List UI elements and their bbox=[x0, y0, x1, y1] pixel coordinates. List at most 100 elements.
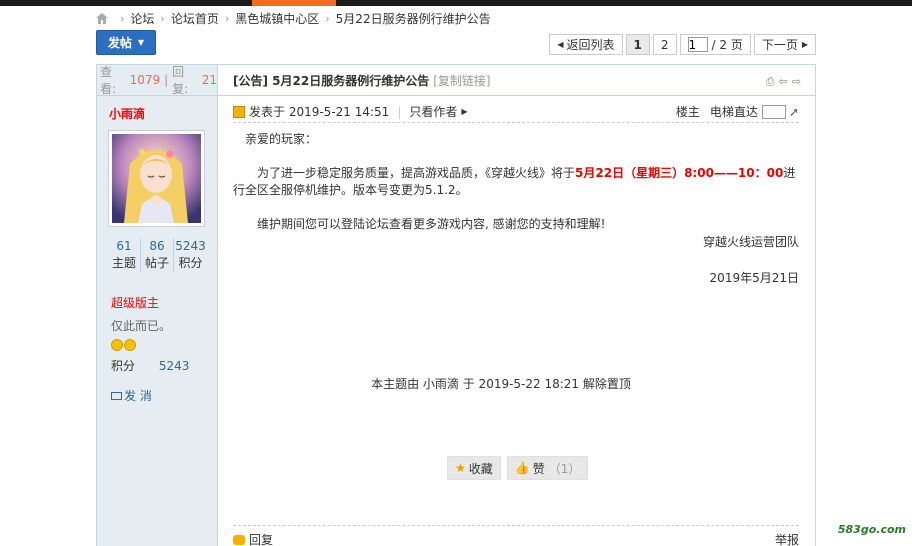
like-count: （1） bbox=[548, 461, 581, 476]
signoff: 穿越火线运营团队 bbox=[702, 235, 799, 249]
views-label: 查看: bbox=[100, 65, 117, 96]
favorite-button[interactable]: ★ 收藏 bbox=[447, 456, 501, 480]
posts-stat[interactable]: 86 帖子 bbox=[141, 238, 174, 272]
back-to-list-button[interactable]: ◀ 返回列表 bbox=[549, 34, 623, 55]
post-content: 亲爱的玩家： 为了进一步稳定服务质量，提高游戏品质，《穿越火线》将于5月22日（… bbox=[233, 131, 799, 287]
thumbs-up-icon: 👍 bbox=[514, 461, 530, 475]
breadcrumb-forum-home[interactable]: 论坛首页 bbox=[171, 10, 219, 27]
credit-label: 积分 bbox=[111, 359, 136, 373]
jump-label: 电梯直达 bbox=[709, 105, 758, 119]
body-paragraph: 为了进一步稳定服务质量，提高游戏品质，《穿越火线》将于5月22日（星期三）8:0… bbox=[233, 165, 799, 199]
topics-count: 61 bbox=[116, 239, 132, 253]
chevron-right-icon: ▶ bbox=[801, 40, 808, 49]
pagination: ◀ 返回列表 1 2 / 2 页 下一页 ▶ bbox=[549, 34, 816, 55]
meta-right: 楼主 电梯直达 ➚ bbox=[676, 103, 799, 120]
mail-icon bbox=[111, 391, 122, 400]
report-link[interactable]: 举报 bbox=[775, 531, 799, 546]
breadcrumb-separator: › bbox=[325, 11, 330, 25]
page-1-button[interactable]: 1 bbox=[625, 34, 650, 55]
breadcrumb-separator: › bbox=[120, 11, 125, 25]
top-bar-accent bbox=[252, 0, 336, 6]
next-page-button[interactable]: 下一页 ▶ bbox=[753, 34, 816, 55]
post-date: 2019年5月21日 bbox=[709, 271, 799, 285]
credits-label: 积分 bbox=[178, 256, 203, 270]
views-count: 1079 bbox=[129, 73, 161, 87]
credits-stat[interactable]: 5243 积分 bbox=[174, 238, 207, 272]
body-paragraph-2: 维护期间您可以登陆论坛查看更多游戏内容, 感谢您的支持和理解! bbox=[257, 217, 606, 231]
floor-label: 楼主 bbox=[675, 105, 700, 119]
star-icon: ★ bbox=[455, 461, 466, 475]
topics-stat[interactable]: 61 主题 bbox=[108, 238, 141, 272]
send-message-link[interactable]: 发 消 bbox=[111, 387, 217, 404]
page-total: / 2 页 bbox=[711, 38, 743, 52]
top-bar bbox=[0, 0, 912, 6]
post-actions: ★ 收藏 👍 赞 （1） bbox=[447, 456, 589, 480]
maintenance-time: 5月22日（星期三）8:00——10：00 bbox=[575, 166, 784, 180]
thread-stats: 查看: 1079 | 回复: 21 bbox=[97, 65, 217, 96]
reply-icon bbox=[233, 534, 245, 545]
post-title-row: [公告] 5月22日服务器例行维护公告 [复制链接] bbox=[218, 65, 815, 96]
breadcrumb-forum[interactable]: 论坛 bbox=[130, 10, 154, 27]
meta-divider-line bbox=[233, 122, 799, 123]
author-name[interactable]: 小雨滴 bbox=[109, 105, 217, 122]
reply-button[interactable]: 回复 bbox=[233, 531, 273, 546]
post-meta: 发表于 2019-5-21 14:51 | 只看作者 ▶ 楼主 电梯直达 ➚ bbox=[233, 103, 799, 120]
floor-jump-input[interactable] bbox=[761, 104, 786, 119]
copy-link[interactable]: [复制链接] bbox=[433, 72, 490, 89]
like-label: 赞 bbox=[532, 461, 545, 476]
credit-value: 5243 bbox=[158, 359, 190, 373]
breadcrumb-board[interactable]: 黑色城镇中心区 bbox=[235, 10, 319, 27]
meta-divider: | bbox=[397, 104, 402, 119]
stats-divider: | bbox=[164, 73, 169, 87]
avatar[interactable] bbox=[108, 130, 205, 227]
page-2-button[interactable]: 2 bbox=[652, 34, 677, 55]
body-text-start: 为了进一步稳定服务质量，提高游戏品质，《穿越火线》将于 bbox=[257, 166, 576, 180]
caret-right-icon: ▶ bbox=[461, 107, 468, 116]
title-tools: ⎙ ⇦ ⇨ bbox=[766, 75, 801, 89]
breadcrumb-separator: › bbox=[224, 11, 230, 25]
bottom-divider bbox=[233, 525, 799, 526]
reply-label: 回复 bbox=[249, 533, 274, 546]
only-author-link[interactable]: 只看作者 bbox=[409, 103, 457, 120]
greeting: 亲爱的玩家： bbox=[245, 132, 318, 146]
next-page-label: 下一页 bbox=[761, 38, 798, 52]
previous-thread-icon[interactable]: ⇦ bbox=[779, 75, 788, 89]
back-to-list-label: 返回列表 bbox=[566, 38, 615, 52]
author-credit: 积分 5243 bbox=[111, 357, 217, 374]
medals bbox=[111, 339, 217, 353]
author-signature: 仅此而已。 bbox=[111, 319, 172, 333]
replies-count: 21 bbox=[201, 73, 217, 87]
post-frame: 查看: 1079 | 回复: 21 小雨滴 61 主题 86 帖子 5243 积… bbox=[96, 64, 816, 546]
send-message-label: 发 消 bbox=[124, 389, 152, 403]
avatar-image bbox=[112, 134, 201, 223]
home-icon[interactable] bbox=[96, 12, 108, 24]
online-badge-icon bbox=[233, 105, 245, 118]
watermark: 583go.com bbox=[837, 523, 906, 536]
author-rank[interactable]: 超级版主 bbox=[111, 294, 217, 311]
next-thread-icon[interactable]: ⇨ bbox=[792, 75, 801, 89]
medal-icon[interactable] bbox=[111, 339, 123, 351]
topics-label: 主题 bbox=[111, 256, 136, 270]
medal-icon[interactable] bbox=[124, 339, 136, 351]
print-icon[interactable]: ⎙ bbox=[766, 75, 775, 89]
post-button-label: 发帖 bbox=[107, 36, 132, 50]
page-jump: / 2 页 bbox=[679, 34, 751, 55]
replies-label: 回复: bbox=[172, 65, 189, 96]
post-title: [公告] 5月22日服务器例行维护公告 bbox=[233, 73, 430, 88]
favorite-label: 收藏 bbox=[468, 461, 493, 476]
chevron-left-icon: ◀ bbox=[557, 40, 564, 49]
credits-count: 5243 bbox=[175, 239, 206, 253]
author-sidebar: 查看: 1079 | 回复: 21 小雨滴 61 主题 86 帖子 5243 积… bbox=[97, 65, 218, 546]
chevron-down-icon: ▼ bbox=[137, 38, 145, 47]
post-button[interactable]: 发帖 ▼ bbox=[96, 30, 156, 55]
like-button[interactable]: 👍 赞 （1） bbox=[506, 456, 589, 480]
breadcrumb-separator: › bbox=[160, 11, 165, 25]
admin-note: 本主题由 小雨滴 于 2019-5-22 18:21 解除置顶 bbox=[371, 377, 631, 391]
posts-label: 帖子 bbox=[144, 256, 169, 270]
author-counts: 61 主题 86 帖子 5243 积分 bbox=[108, 238, 217, 272]
jump-go-icon[interactable]: ➚ bbox=[789, 105, 799, 119]
breadcrumb-thread[interactable]: 5月22日服务器例行维护公告 bbox=[336, 10, 491, 27]
post-main: [公告] 5月22日服务器例行维护公告 [复制链接] ⎙ ⇦ ⇨ 发表于 201… bbox=[218, 65, 815, 546]
posts-count: 86 bbox=[149, 239, 165, 253]
page-jump-input[interactable] bbox=[687, 37, 708, 52]
